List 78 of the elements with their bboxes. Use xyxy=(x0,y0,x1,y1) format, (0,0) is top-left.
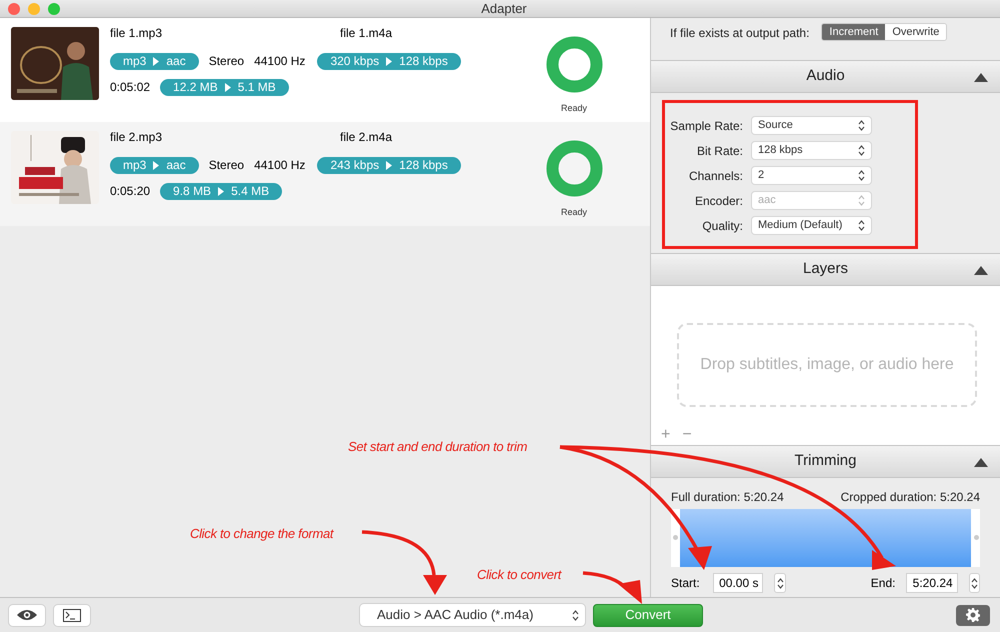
arrow-right-icon xyxy=(386,160,392,170)
start-field[interactable]: 00.00 s xyxy=(712,573,764,593)
setting-label: Quality: xyxy=(701,218,743,234)
up-down-arrows-icon xyxy=(572,610,579,620)
conversion-pill: mp3 aac xyxy=(110,52,199,70)
sample-rate-text: 44100 Hz xyxy=(254,157,306,174)
terminal-icon xyxy=(63,608,81,622)
segment-button[interactable]: Overwrite xyxy=(885,24,946,40)
channels-text: Stereo xyxy=(208,53,244,70)
sample-rate-text: 44100 Hz xyxy=(254,53,306,70)
section-title: Audio xyxy=(806,66,845,86)
setting-label: Bit Rate: xyxy=(696,142,743,160)
source-file-name: file 2.mp3 xyxy=(110,129,164,146)
section-header[interactable]: Audio xyxy=(651,60,1000,93)
collapse-triangle-icon[interactable] xyxy=(974,73,988,82)
setting-label: Sample Rate: xyxy=(669,118,743,134)
setting-label: Encoder: xyxy=(694,192,743,210)
setting-select[interactable]: Source xyxy=(752,117,871,134)
setting-select[interactable]: 2 xyxy=(752,167,871,184)
window-title: Adapter xyxy=(481,0,527,18)
section-title: Trimming xyxy=(794,451,856,472)
duration-text: 0:05:02 xyxy=(110,79,150,96)
start-stepper[interactable] xyxy=(774,573,786,593)
collapse-triangle-icon[interactable] xyxy=(974,266,988,275)
source-file-name: file 1.mp3 xyxy=(110,25,164,42)
file-row[interactable]: file 2.mp3 file 2.m4a mp3 aac Stereo 44100 Hz 243 kbps 128 kbps 0:05:20 9.8 MB 5.4 MB Ready xyxy=(0,122,650,226)
setting-label: Channels: xyxy=(688,168,743,184)
annotation-text: Click to change the format xyxy=(190,525,334,543)
cropped-duration-text: Cropped duration: 5:20.24 xyxy=(840,489,980,506)
output-file-name: file 1.m4a xyxy=(340,25,392,42)
arrow-right-icon xyxy=(153,160,160,170)
status-ring-icon xyxy=(546,36,602,93)
annotation-text: Click to convert xyxy=(477,566,562,584)
up-down-arrows-icon xyxy=(858,145,865,156)
format-select[interactable]: Audio > AAC Audio (*.m4a) xyxy=(360,604,585,626)
settings-icon xyxy=(966,608,980,622)
status-text: Ready xyxy=(560,102,587,115)
preview-button[interactable] xyxy=(9,604,45,626)
settings-button[interactable] xyxy=(956,604,990,626)
arrow-right-icon xyxy=(224,82,231,92)
up-down-arrows-icon xyxy=(858,120,865,131)
start-label: Start: xyxy=(671,575,701,592)
up-down-arrows-icon xyxy=(858,170,865,181)
arrow-right-icon xyxy=(218,186,224,196)
end-field[interactable]: 5:20.24 xyxy=(906,573,958,593)
section-header[interactable]: Layers xyxy=(651,253,1000,286)
drop-hint: Drop subtitles, image, or audio here xyxy=(700,355,954,375)
arrow-right-icon xyxy=(386,56,392,66)
eye-icon xyxy=(16,609,38,621)
end-stepper[interactable] xyxy=(968,573,980,593)
duration-text: 0:05:20 xyxy=(110,183,150,200)
trim-range-bar[interactable] xyxy=(671,509,980,567)
file-row[interactable]: file 1.mp3 file 1.m4a mp3 aac Stereo 44100 Hz 320 kbps 128 kbps 0:05:02 12.2 MB 5.1 MB Ready xyxy=(0,18,650,122)
section-header[interactable]: Trimming xyxy=(651,445,1000,478)
setting-select[interactable]: 128 kbps xyxy=(752,142,871,159)
up-down-arrows-icon xyxy=(858,195,865,206)
terminal-button[interactable] xyxy=(54,604,90,626)
conversion-pill: 12.2 MB 5.1 MB xyxy=(160,78,289,96)
conversion-pill: 243 kbps 128 kbps xyxy=(317,156,461,174)
output-conflict-label: If file exists at output path: xyxy=(670,25,810,42)
conversion-pill: mp3 aac xyxy=(110,156,199,174)
conversion-pill: 320 kbps 128 kbps xyxy=(317,52,461,70)
full-duration-text: Full duration: 5:20.24 xyxy=(671,489,784,506)
arrow-right-icon xyxy=(153,56,160,66)
annotation-text: Set start and end duration to trim xyxy=(348,438,528,456)
channels-text: Stereo xyxy=(208,157,244,174)
up-down-arrows-icon xyxy=(858,220,865,231)
status-text: Ready xyxy=(560,206,587,219)
section-title: Layers xyxy=(802,259,848,280)
output-file-name: file 2.m4a xyxy=(340,129,392,146)
collapse-triangle-icon[interactable] xyxy=(974,458,988,467)
status-ring-icon xyxy=(546,140,602,197)
setting-select[interactable]: Medium (Default) xyxy=(752,217,871,234)
up-down-arrows-icon xyxy=(776,578,784,588)
end-label: End: xyxy=(870,575,896,592)
conversion-pill: 9.8 MB 5.4 MB xyxy=(160,182,282,200)
segment-button[interactable]: Increment xyxy=(822,24,886,40)
up-down-arrows-icon xyxy=(970,578,978,588)
